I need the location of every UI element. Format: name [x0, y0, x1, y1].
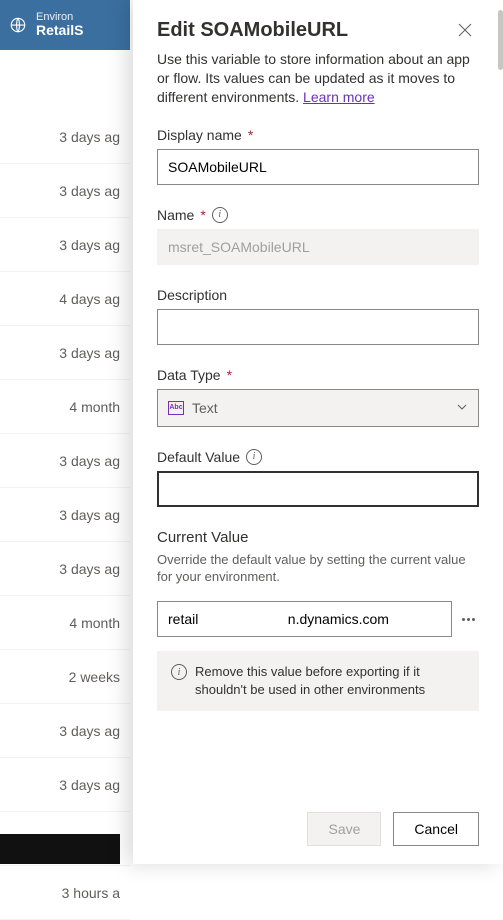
current-value-label: Current Value	[157, 529, 479, 546]
list-item[interactable]: 3 days ag	[0, 758, 130, 812]
list-item[interactable]: 3 days ag	[0, 218, 130, 272]
list-item[interactable]: 3 days ag	[0, 488, 130, 542]
scrollbar[interactable]	[498, 0, 503, 864]
panel-footer: Save Cancel	[157, 798, 479, 864]
close-button[interactable]	[451, 16, 479, 44]
current-value-input[interactable]	[157, 601, 452, 637]
panel-description: Use this variable to store information a…	[157, 50, 479, 107]
overlay-bar	[0, 834, 120, 864]
more-options-button[interactable]	[458, 618, 479, 621]
cancel-button[interactable]: Cancel	[393, 812, 479, 846]
list-item[interactable]: 4 days ag	[0, 272, 130, 326]
list-item[interactable]: 2 weeks	[0, 650, 130, 704]
default-value-label: Default Value i	[157, 449, 479, 465]
display-name-label: Display name*	[157, 127, 479, 143]
environment-label: Environ	[36, 11, 83, 23]
list-item[interactable]: 3 days ag	[0, 434, 130, 488]
info-icon[interactable]: i	[212, 207, 228, 223]
list-item[interactable]: 3 days ag	[0, 704, 130, 758]
text-type-icon: Abc	[168, 401, 184, 415]
description-label: Description	[157, 287, 479, 303]
environment-name: RetailS	[36, 23, 83, 38]
globe-icon	[8, 15, 28, 35]
edit-panel: Edit SOAMobileURL Use this variable to s…	[133, 0, 503, 864]
list-item[interactable]: 3 days ag	[0, 164, 130, 218]
export-warning-text: Remove this value before exporting if it…	[195, 663, 467, 698]
environment-header: Environ RetailS	[0, 0, 130, 50]
info-icon[interactable]: i	[246, 449, 262, 465]
learn-more-link[interactable]: Learn more	[303, 89, 375, 105]
list-item[interactable]: 3 hours a	[0, 866, 130, 920]
list-item[interactable]: 3 days ag	[0, 542, 130, 596]
default-value-input[interactable]	[157, 471, 479, 507]
name-input	[157, 229, 479, 265]
current-value-description: Override the default value by setting th…	[157, 552, 479, 586]
name-label: Name* i	[157, 207, 479, 223]
export-warning: i Remove this value before exporting if …	[157, 651, 479, 710]
list-item[interactable]: 4 month	[0, 596, 130, 650]
data-type-select[interactable]: Abc Text	[157, 389, 479, 427]
background-list: 3 days ag 3 days ag 3 days ag 4 days ag …	[0, 50, 130, 920]
list-item[interactable]: 4 month	[0, 380, 130, 434]
display-name-input[interactable]	[157, 149, 479, 185]
save-button: Save	[307, 812, 381, 846]
description-input[interactable]	[157, 309, 479, 345]
data-type-label: Data Type*	[157, 367, 479, 383]
chevron-down-icon	[456, 400, 468, 416]
data-type-value: Text	[192, 400, 218, 416]
list-item[interactable]: 3 days ag	[0, 110, 130, 164]
scrollbar-thumb[interactable]	[498, 10, 503, 70]
panel-title: Edit SOAMobileURL	[157, 19, 348, 42]
list-item[interactable]: 3 days ag	[0, 326, 130, 380]
info-icon: i	[171, 664, 187, 680]
